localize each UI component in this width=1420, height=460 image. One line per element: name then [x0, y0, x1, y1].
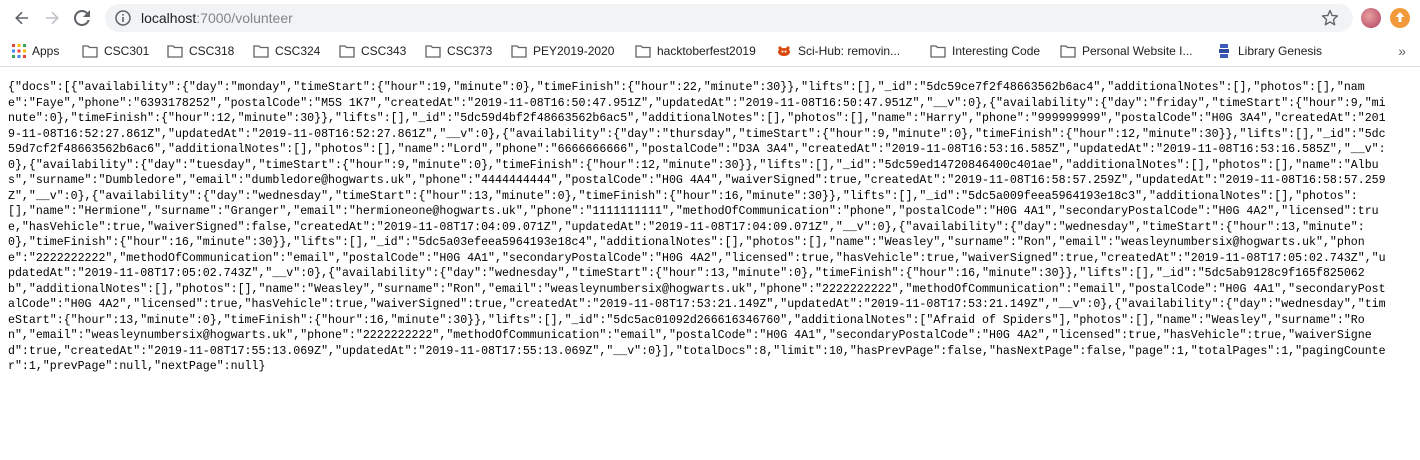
folder-icon: [82, 45, 98, 58]
libgen-icon: [1219, 44, 1229, 58]
scihub-icon: [778, 46, 790, 56]
bookmark-label: hacktoberfest2019: [657, 44, 756, 58]
bookmark-star-icon[interactable]: [1321, 9, 1339, 27]
forward-arrow-icon: [46, 11, 59, 25]
browser-toolbar: localhost:7000/volunteer: [0, 0, 1420, 36]
bookmark-label: CSC343: [361, 44, 407, 58]
extension-arrow-icon[interactable]: [1390, 8, 1410, 28]
bookmarks-bar: Apps CSC301 CSC318 CSC324 CSC343 CSC373 …: [0, 36, 1420, 67]
bookmark-csc343[interactable]: CSC343: [339, 42, 406, 60]
bookmark-csc318[interactable]: CSC318: [167, 42, 234, 60]
address-bar[interactable]: localhost:7000/volunteer: [105, 4, 1353, 32]
json-response-text: {"docs":[{"availability":{"day":"monday"…: [8, 81, 1386, 373]
folder-icon: [425, 45, 441, 58]
bookmark-label: CSC318: [189, 44, 235, 58]
forward-button[interactable]: [40, 6, 64, 30]
url-host: localhost: [141, 10, 197, 26]
bookmark-label: PEY2019-2020: [533, 44, 615, 58]
bookmark-label: Personal Website I...: [1082, 44, 1193, 58]
bookmark-label: CSC324: [275, 44, 321, 58]
bookmark-label: CSC373: [447, 44, 493, 58]
folder-icon: [511, 45, 527, 58]
bookmark-scihub[interactable]: Sci-Hub: removin...: [776, 42, 900, 60]
folder-icon: [253, 45, 269, 58]
bookmark-label: Sci-Hub: removin...: [798, 44, 901, 58]
bookmark-library-genesis[interactable]: Library Genesis: [1216, 42, 1322, 60]
back-arrow-icon: [15, 11, 28, 25]
folder-icon: [930, 45, 946, 58]
reload-button[interactable]: [70, 6, 94, 30]
url-path: :7000/volunteer: [196, 10, 293, 26]
bookmark-csc373[interactable]: CSC373: [425, 42, 492, 60]
info-icon[interactable]: [115, 10, 131, 26]
bookmark-csc301[interactable]: CSC301: [82, 42, 149, 60]
folder-icon: [1060, 45, 1076, 58]
folder-icon: [635, 45, 651, 58]
folder-icon: [339, 45, 355, 58]
bookmarks-overflow-button[interactable]: »: [1398, 43, 1406, 59]
extension-avatar-icon[interactable]: [1361, 8, 1381, 28]
bookmark-label: Library Genesis: [1238, 44, 1323, 58]
bookmark-hacktoberfest2019[interactable]: hacktoberfest2019: [635, 42, 756, 60]
url-text[interactable]: localhost:7000/volunteer: [141, 10, 293, 26]
upload-arrow-icon: [1395, 12, 1405, 22]
bookmark-interesting-code[interactable]: Interesting Code: [930, 42, 1040, 60]
bookmark-label: CSC301: [104, 44, 150, 58]
reload-icon: [74, 10, 90, 26]
bookmark-pey2019-2020[interactable]: PEY2019-2020: [511, 42, 614, 60]
bookmark-apps[interactable]: Apps: [12, 42, 59, 60]
apps-grid-icon: [12, 44, 26, 58]
bookmark-label: Interesting Code: [952, 44, 1041, 58]
folder-icon: [167, 45, 183, 58]
bookmark-label: Apps: [32, 44, 60, 58]
bookmark-csc324[interactable]: CSC324: [253, 42, 320, 60]
bookmark-personal-website[interactable]: Personal Website I...: [1060, 42, 1193, 60]
back-button[interactable]: [10, 6, 34, 30]
